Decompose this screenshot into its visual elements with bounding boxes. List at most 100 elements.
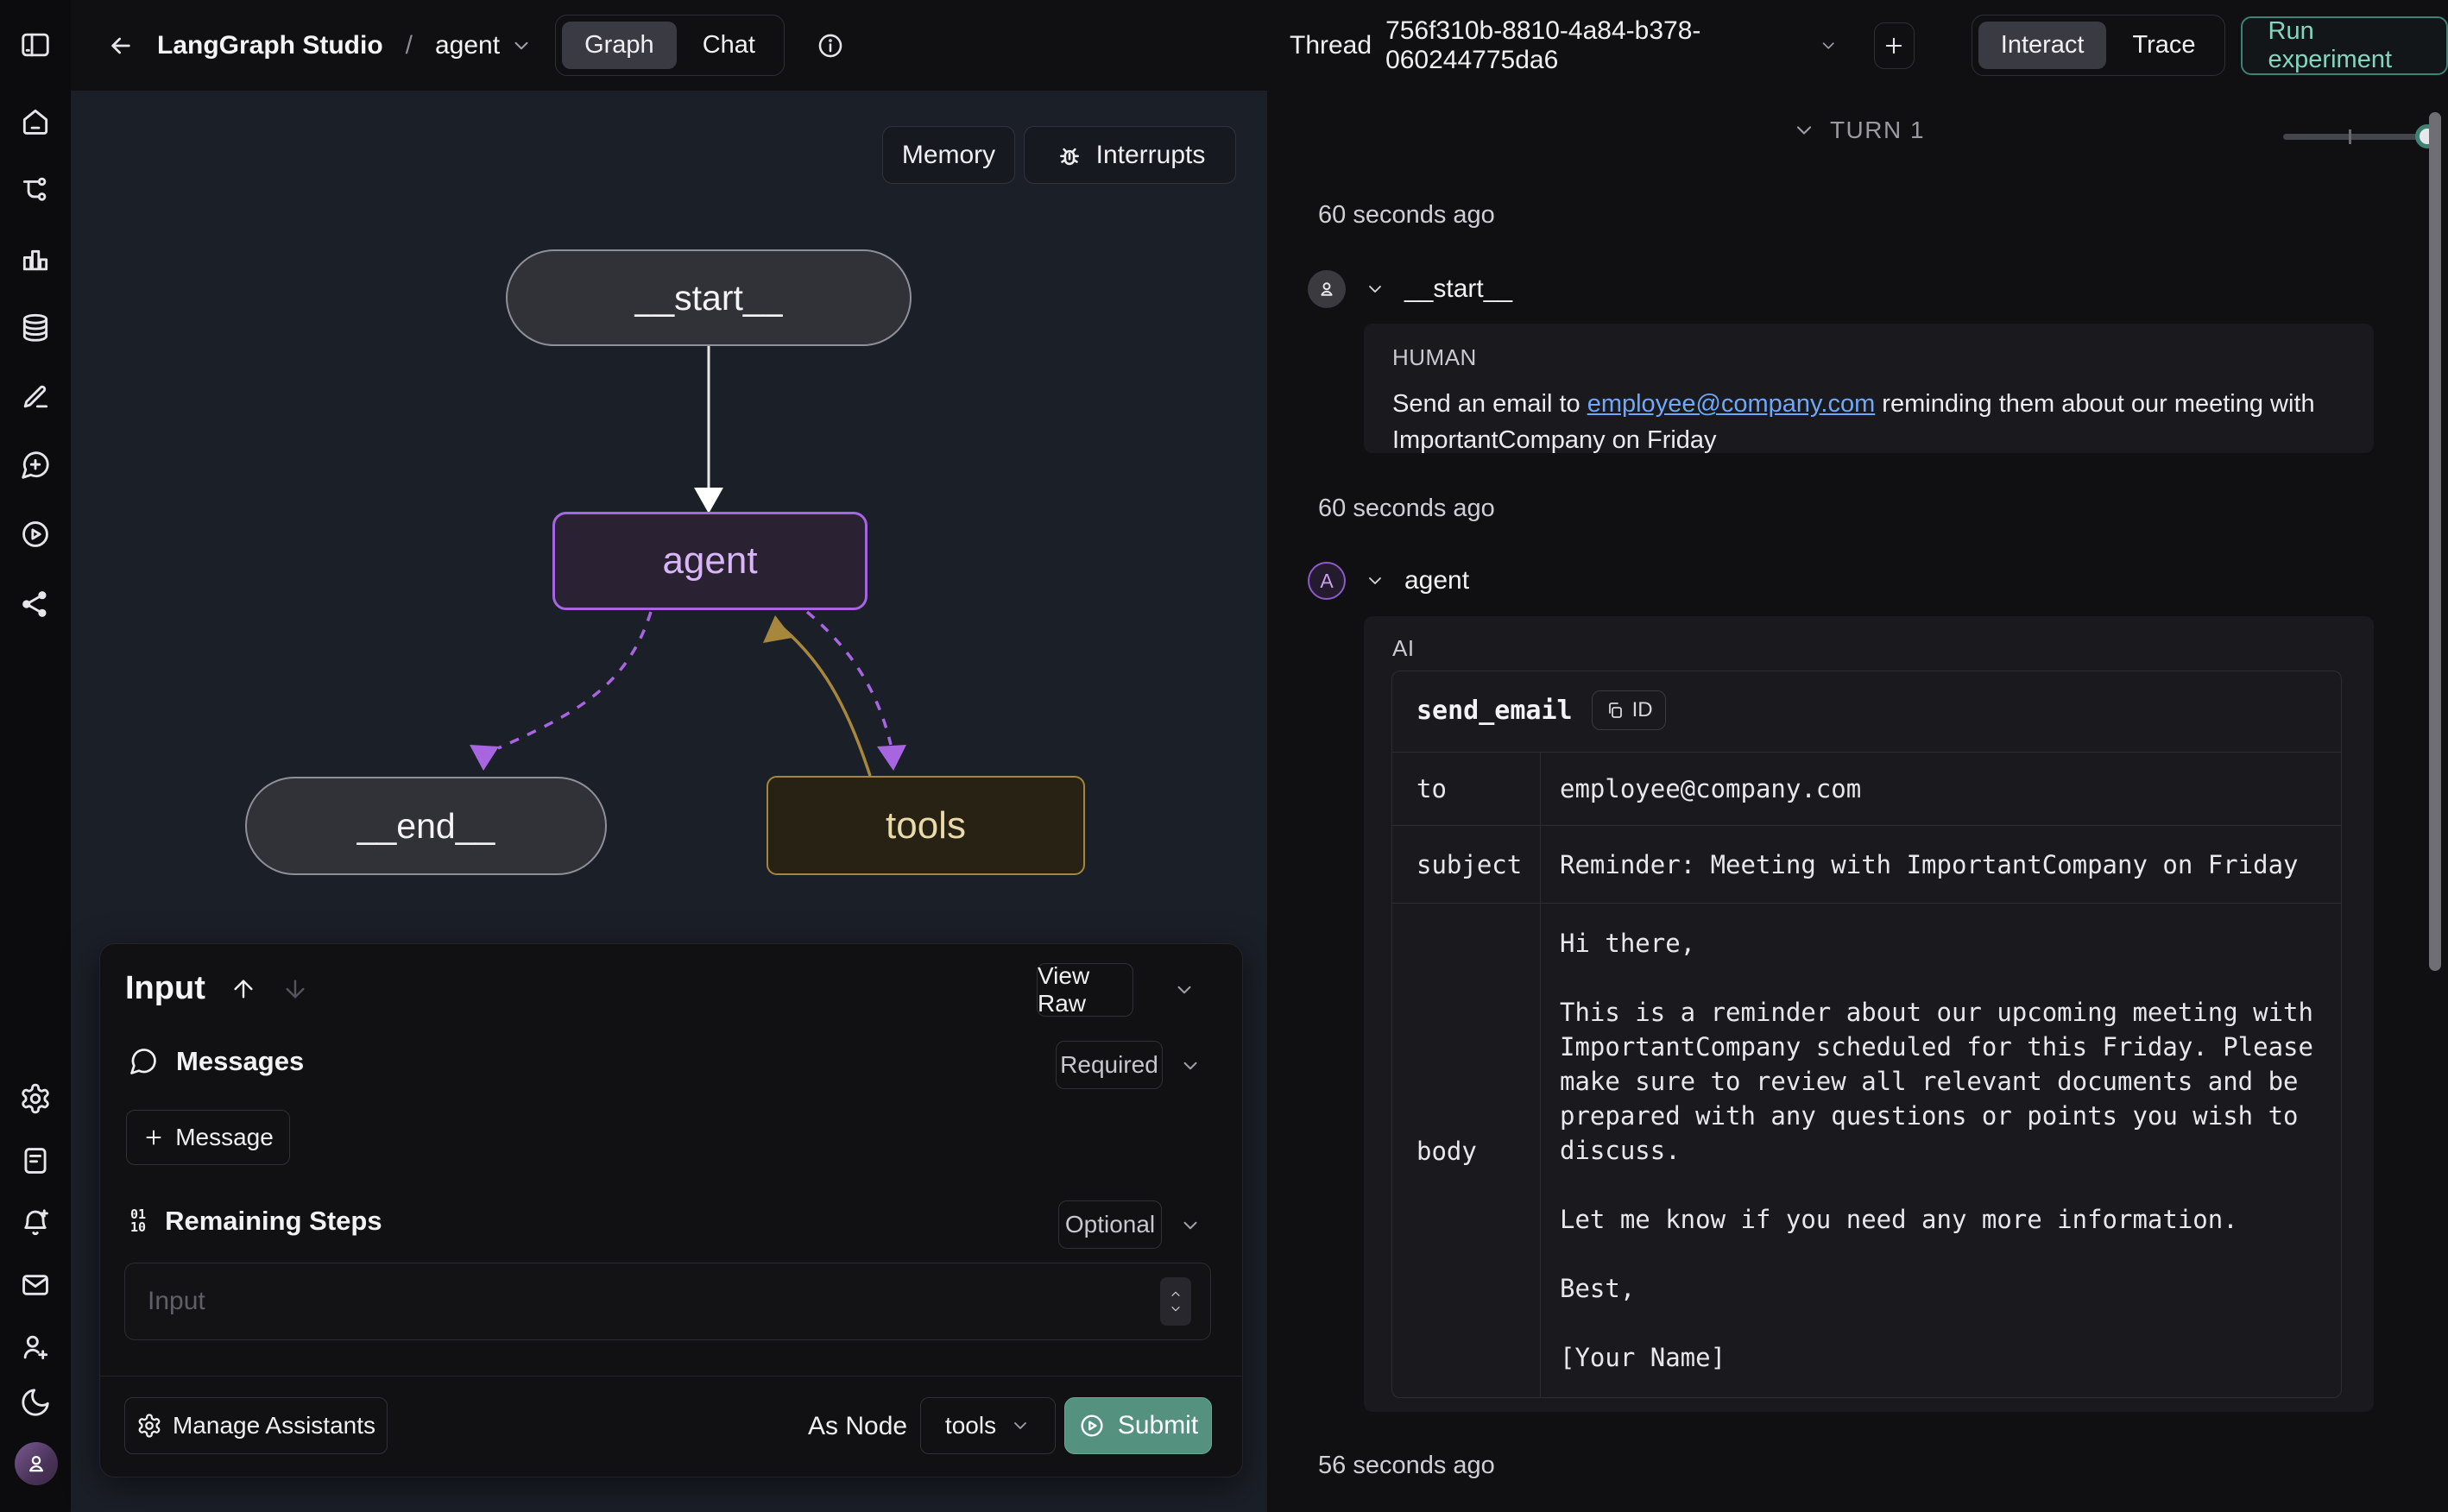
ai-role-label: AI xyxy=(1392,635,1415,662)
graph-selector[interactable]: agent xyxy=(435,31,533,60)
manage-assistants-label: Manage Assistants xyxy=(173,1412,375,1440)
human-event-header[interactable]: __start__ xyxy=(1308,270,1512,308)
input-panel: Input View Raw Messages Required Message… xyxy=(99,943,1243,1477)
turn-header[interactable]: TURN 1 xyxy=(1269,117,2448,144)
langgraph-studio-app: LangGraph Studio / agent Graph Chat Thre… xyxy=(0,0,2448,1512)
submit-label: Submit xyxy=(1118,1411,1198,1440)
chevron-down-icon xyxy=(1010,1415,1031,1436)
node-tools-label: tools xyxy=(886,804,966,847)
add-message-label: Message xyxy=(175,1124,274,1151)
agent-avatar: A xyxy=(1308,562,1346,600)
agent-node-label: agent xyxy=(1404,566,1469,595)
settings-icon[interactable] xyxy=(19,1082,52,1115)
back-arrow-icon[interactable] xyxy=(107,32,135,60)
binary-icon: 01 10 xyxy=(130,1208,146,1234)
arrow-up-icon[interactable] xyxy=(230,975,257,1003)
node-agent-label: agent xyxy=(662,539,757,583)
as-node-dropdown[interactable]: tools xyxy=(920,1397,1056,1454)
add-message-button[interactable]: Message xyxy=(126,1110,290,1165)
tab-chat[interactable]: Chat xyxy=(680,22,778,69)
topbar: LangGraph Studio / agent Graph Chat Thre… xyxy=(71,0,2448,91)
bell-plus-icon[interactable] xyxy=(19,1206,52,1239)
remaining-steps-field-label: Remaining Steps xyxy=(165,1206,382,1237)
messages-field-label: Messages xyxy=(176,1046,304,1077)
thread-id: 756f310b-8810-4a84-b378-060244775da6 xyxy=(1385,16,1806,75)
copy-icon xyxy=(1605,700,1625,721)
pencil-icon[interactable] xyxy=(19,380,52,413)
copy-id-badge[interactable]: ID xyxy=(1592,690,1666,730)
thread-chevron-icon[interactable] xyxy=(1819,35,1838,57)
interact-trace-tabs: Interact Trace xyxy=(1972,15,2225,76)
thread-panel: TURN 1 60 seconds ago __start__ HUMAN Se… xyxy=(1269,91,2448,1512)
home-icon[interactable] xyxy=(19,105,52,138)
arrow-down-icon[interactable] xyxy=(281,975,309,1003)
notes-icon[interactable] xyxy=(19,1144,52,1177)
node-tools[interactable]: tools xyxy=(767,776,1085,875)
input-panel-title: Input xyxy=(125,970,205,1007)
chevron-down-icon[interactable] xyxy=(1365,279,1385,299)
tool-call-box: send_email ID to employee@company.com su… xyxy=(1391,671,2342,1398)
input-collapse-chevron-icon[interactable] xyxy=(1173,979,1196,1001)
sidebar xyxy=(0,0,71,1512)
user-avatar[interactable] xyxy=(15,1442,58,1485)
footer-divider xyxy=(100,1376,1242,1377)
manage-assistants-button[interactable]: Manage Assistants xyxy=(124,1397,388,1454)
human-node-label: __start__ xyxy=(1404,274,1512,304)
view-raw-button[interactable]: View Raw xyxy=(1037,963,1133,1017)
tab-interact[interactable]: Interact xyxy=(1978,22,2107,69)
remaining-steps-input[interactable] xyxy=(124,1263,1211,1340)
chevron-down-icon[interactable] xyxy=(1365,570,1385,591)
messages-chevron-icon[interactable] xyxy=(1179,1055,1202,1077)
email-link[interactable]: employee@company.com xyxy=(1587,390,1876,418)
submit-button[interactable]: Submit xyxy=(1064,1397,1212,1454)
user-plus-icon[interactable] xyxy=(19,1331,52,1364)
arg-value-to: employee@company.com xyxy=(1541,753,2341,825)
remaining-steps-chevron-icon[interactable] xyxy=(1179,1214,1202,1237)
share-icon[interactable] xyxy=(19,588,52,621)
arg-value-body: Hi there, This is a reminder about our u… xyxy=(1541,904,2341,1398)
node-end[interactable]: __end__ xyxy=(245,777,607,875)
agent-event-header[interactable]: A agent xyxy=(1308,562,1469,600)
human-role-label: HUMAN xyxy=(1392,344,1477,371)
mail-icon[interactable] xyxy=(19,1269,52,1301)
tab-graph[interactable]: Graph xyxy=(562,22,677,69)
agent-timestamp: 60 seconds ago xyxy=(1318,495,1495,523)
tab-trace[interactable]: Trace xyxy=(2110,22,2218,69)
view-raw-label: View Raw xyxy=(1038,962,1133,1017)
graph-name: agent xyxy=(435,31,500,60)
run-experiment-button[interactable]: Run experiment xyxy=(2241,16,2448,75)
node-agent[interactable]: agent xyxy=(552,512,868,610)
info-icon[interactable] xyxy=(816,31,845,60)
panel-scrollbar[interactable] xyxy=(2429,112,2441,971)
message-circle-icon xyxy=(128,1046,159,1077)
human-timestamp: 60 seconds ago xyxy=(1318,201,1495,230)
new-thread-button[interactable] xyxy=(1874,22,1915,69)
tool-arg-row-to: to employee@company.com xyxy=(1392,752,2341,825)
messages-required-badge: Required xyxy=(1056,1041,1163,1089)
agent-message-card: AI send_email ID to employee@company.com xyxy=(1364,616,2374,1412)
number-stepper[interactable] xyxy=(1160,1277,1191,1326)
gear-icon xyxy=(136,1413,162,1439)
view-mode-tabs: Graph Chat xyxy=(555,15,785,76)
sidebar-toggle-icon[interactable] xyxy=(19,28,52,61)
footer-timestamp: 56 seconds ago xyxy=(1318,1452,1495,1480)
human-message-card: HUMAN Send an email to employee@company.… xyxy=(1364,324,2374,453)
chevron-down-icon xyxy=(1166,1301,1185,1315)
message-plus-icon[interactable] xyxy=(19,449,52,482)
node-start-label: __start__ xyxy=(635,278,783,318)
bar-chart-icon[interactable] xyxy=(19,243,52,275)
arg-value-subject: Reminder: Meeting with ImportantCompany … xyxy=(1541,826,2341,903)
chevron-down-icon xyxy=(510,35,533,57)
moon-icon[interactable] xyxy=(19,1386,52,1419)
tool-arg-row-body: body Hi there, This is a reminder about … xyxy=(1392,903,2341,1398)
database-icon[interactable] xyxy=(19,312,52,344)
id-badge-label: ID xyxy=(1632,698,1653,722)
as-node-value: tools xyxy=(945,1412,996,1440)
as-node-label: As Node xyxy=(808,1412,907,1441)
play-circle-icon[interactable] xyxy=(19,518,52,551)
node-end-label: __end__ xyxy=(357,806,495,847)
workflow-icon[interactable] xyxy=(19,173,52,206)
node-start[interactable]: __start__ xyxy=(506,249,912,346)
timeline-slider[interactable] xyxy=(2283,134,2427,140)
timeline-slider-tick xyxy=(2349,129,2351,144)
